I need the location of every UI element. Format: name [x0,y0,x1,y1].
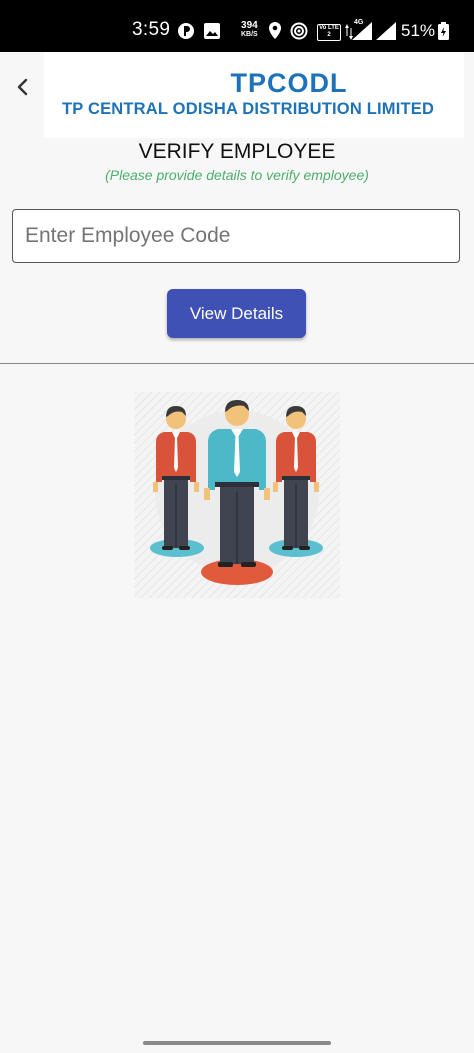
signal-icon [352,22,372,40]
page-subtitle: (Please provide details to verify employ… [105,167,369,183]
logo-sub-text: TP CENTRAL ODISHA DISTRIBUTION LIMITED [62,100,435,118]
app-notification-icon [178,23,194,39]
employees-illustration [134,392,340,598]
status-bar: 3:59 394 KB/S Vo LTE 2 4G 51% [0,0,474,52]
network-speed: 394 KB/S [241,20,258,39]
company-logo: TPCODL TP CENTRAL ODISHA DISTRIBUTION LI… [44,52,464,138]
status-time: 3:59 [132,19,171,40]
home-indicator[interactable] [143,1041,331,1045]
back-arrow-icon[interactable] [8,72,36,102]
view-details-button[interactable]: View Details [167,289,306,338]
battery-percent: 51% [401,21,436,40]
location-icon [269,22,281,39]
volte-badge: Vo LTE 2 [317,24,341,41]
hotspot-icon [290,22,308,40]
page-title: VERIFY EMPLOYEE [138,140,336,163]
signal-icon-2 [376,22,396,40]
image-icon [204,23,220,39]
battery-icon [438,22,449,40]
divider [0,363,474,364]
logo-main-text: TPCODL [230,68,348,98]
employee-code-input[interactable] [12,209,460,263]
